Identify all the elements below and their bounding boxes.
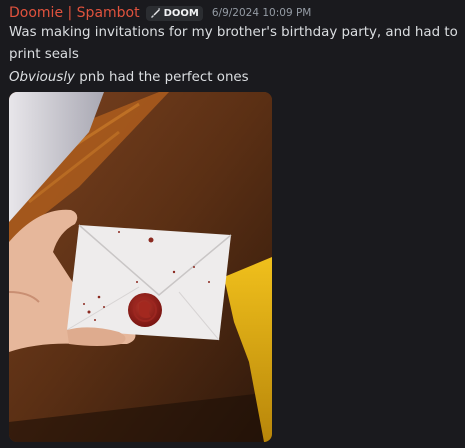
message-text-rest: pnb had the perfect ones bbox=[75, 70, 249, 85]
server-tag[interactable]: DOOM bbox=[145, 5, 203, 21]
brush-icon bbox=[150, 8, 160, 18]
message-text-line-1: Was making invitations for my brother's … bbox=[9, 25, 458, 40]
author-name[interactable]: Doomie | Spambot bbox=[9, 5, 140, 21]
message-text-line-3: Obviously pnb had the perfect ones bbox=[9, 68, 249, 88]
emphasis-text: Obviously bbox=[9, 70, 75, 85]
image-attachment[interactable] bbox=[9, 92, 272, 442]
message-timestamp[interactable]: 6/9/2024 10:09 PM bbox=[212, 7, 311, 19]
chat-message: Doomie | Spambot DOOM 6/9/2024 10:09 PM … bbox=[0, 0, 465, 448]
photo-envelope-with-seal bbox=[9, 92, 272, 442]
message-header: Doomie | Spambot DOOM 6/9/2024 10:09 PM bbox=[9, 4, 311, 22]
server-tag-label: DOOM bbox=[163, 7, 199, 19]
message-text-line-2: print seals bbox=[9, 47, 79, 62]
